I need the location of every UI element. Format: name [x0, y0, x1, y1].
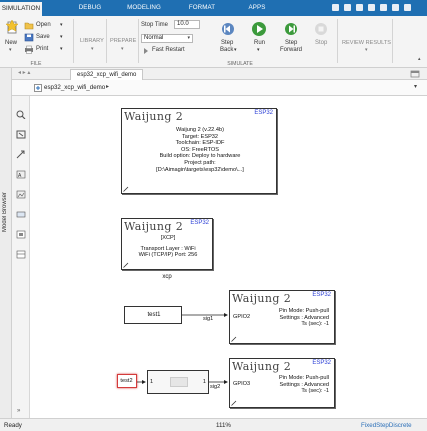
annotation-icon[interactable]: A: [16, 170, 26, 179]
image-icon[interactable]: [16, 190, 26, 199]
tab-options-icon[interactable]: [410, 70, 420, 78]
step-forward-label-line1[interactable]: Step: [285, 40, 297, 46]
ribbon-divider: [73, 19, 74, 63]
save-disk-icon[interactable]: [24, 33, 34, 42]
model-icon: [34, 84, 42, 92]
nav-arrows[interactable]: ◂ ▸ ▴: [18, 69, 30, 76]
review-results-button[interactable]: REVIEW RESULTS: [342, 40, 391, 46]
block-browser-icon[interactable]: [16, 230, 26, 239]
expand-palette-icon[interactable]: »: [17, 408, 20, 414]
step-back-label-line1[interactable]: Step: [221, 40, 233, 46]
breadcrumb[interactable]: esp32_xcp_wifi_demo: [44, 84, 105, 91]
open-button[interactable]: Open: [36, 22, 51, 28]
collapse-ribbon-icon[interactable]: ▴: [418, 56, 421, 62]
ribbon-divider: [138, 19, 139, 63]
signal-label-sig2[interactable]: sig2: [210, 384, 220, 390]
zoom-level[interactable]: 111%: [216, 422, 231, 429]
ribbon-tab-bar: SIMULATION DEBUG MODELING FORMAT APPS: [0, 0, 427, 16]
print-button[interactable]: Print: [36, 46, 48, 52]
new-model-icon[interactable]: [4, 20, 20, 36]
save-button[interactable]: Save: [36, 34, 50, 40]
zoom-icon[interactable]: [16, 110, 26, 119]
breadcrumb-dropdown-icon[interactable]: ▾: [414, 83, 417, 90]
ribbon: New ▾ Open ▾ Save ▾ Print ▾ FILE LIBRARY…: [0, 16, 427, 68]
prepare-dropdown-arrow[interactable]: ▾: [121, 46, 124, 52]
model-browser-strip[interactable]: Model Browser: [0, 68, 12, 418]
model-canvas[interactable]: Waijung 2 ESP32 Waijung 2 (v.22.4b) Targ…: [31, 96, 424, 418]
area-icon[interactable]: [16, 210, 26, 219]
library-button[interactable]: LIBRARY: [80, 38, 104, 44]
open-folder-icon[interactable]: [24, 21, 34, 30]
stop-time-label: Stop Time: [141, 22, 169, 28]
model-document-tab[interactable]: esp32_xcp_wifi_demo: [70, 69, 144, 80]
stop-icon[interactable]: [314, 22, 328, 36]
prepare-button[interactable]: PREPARE: [110, 38, 136, 44]
step-forward-label-line2[interactable]: Forward: [280, 47, 302, 53]
canvas-palette: A »: [12, 96, 30, 418]
explorer-bar-icon[interactable]: [16, 250, 26, 259]
stop-time-input[interactable]: 10.0: [174, 20, 200, 29]
library-dropdown-arrow[interactable]: ▾: [91, 46, 94, 52]
ribbon-divider: [106, 19, 107, 63]
save-dropdown-arrow[interactable]: ▾: [60, 34, 63, 40]
simulate-group-label: SIMULATE: [227, 61, 253, 67]
tab-modeling[interactable]: MODELING: [120, 0, 168, 16]
file-group-label: FILE: [30, 61, 42, 67]
status-bar: Ready 111% FixedStepDiscrete: [0, 418, 427, 431]
fit-to-view-icon[interactable]: [16, 130, 26, 139]
signal-lines: [137, 313, 228, 384]
print-icon[interactable]: [24, 45, 34, 54]
status-text: Ready: [4, 422, 22, 429]
tab-simulation[interactable]: SIMULATION: [0, 2, 42, 16]
tab-debug[interactable]: DEBUG: [70, 0, 110, 16]
chevron-down-icon: ▾: [187, 35, 190, 41]
run-dropdown-arrow[interactable]: ▾: [257, 47, 260, 53]
review-results-dropdown-arrow[interactable]: ▾: [365, 47, 368, 53]
document-tab-row: ◂ ▸ ▴ esp32_xcp_wifi_demo: [0, 68, 427, 80]
step-back-dropdown-arrow[interactable]: ▾: [234, 47, 237, 53]
fast-restart-icon[interactable]: [142, 47, 150, 55]
model-browser-label[interactable]: Model Browser: [2, 172, 10, 232]
arrow-icon[interactable]: [16, 150, 26, 159]
run-icon[interactable]: [251, 21, 267, 37]
fast-restart-button[interactable]: Fast Restart: [152, 47, 185, 53]
step-back-label-line2[interactable]: Back: [220, 47, 233, 53]
ribbon-divider: [337, 19, 338, 63]
new-dropdown-arrow[interactable]: ▾: [9, 47, 12, 53]
tab-apps[interactable]: APPS: [240, 0, 274, 16]
solver-link[interactable]: FixedStepDiscrete: [361, 422, 412, 429]
quick-access-toolbar[interactable]: [330, 3, 420, 13]
ribbon-divider: [392, 19, 393, 63]
run-button[interactable]: Run: [254, 40, 265, 46]
breadcrumb-bar: esp32_xcp_wifi_demo ▸ ▾: [0, 80, 427, 96]
step-forward-icon[interactable]: [284, 22, 298, 36]
print-dropdown-arrow[interactable]: ▾: [60, 46, 63, 52]
open-dropdown-arrow[interactable]: ▾: [60, 22, 63, 28]
simulation-mode-select[interactable]: Normal ▾: [141, 34, 193, 43]
new-button-label[interactable]: New: [5, 40, 17, 46]
step-back-icon[interactable]: [221, 22, 235, 36]
signal-label-sig1[interactable]: sig1: [203, 316, 213, 322]
simulation-mode-value: Normal: [144, 35, 164, 41]
tab-format[interactable]: FORMAT: [182, 0, 222, 16]
breadcrumb-chevron-icon[interactable]: ▸: [106, 83, 109, 90]
stop-button[interactable]: Stop: [315, 40, 327, 46]
